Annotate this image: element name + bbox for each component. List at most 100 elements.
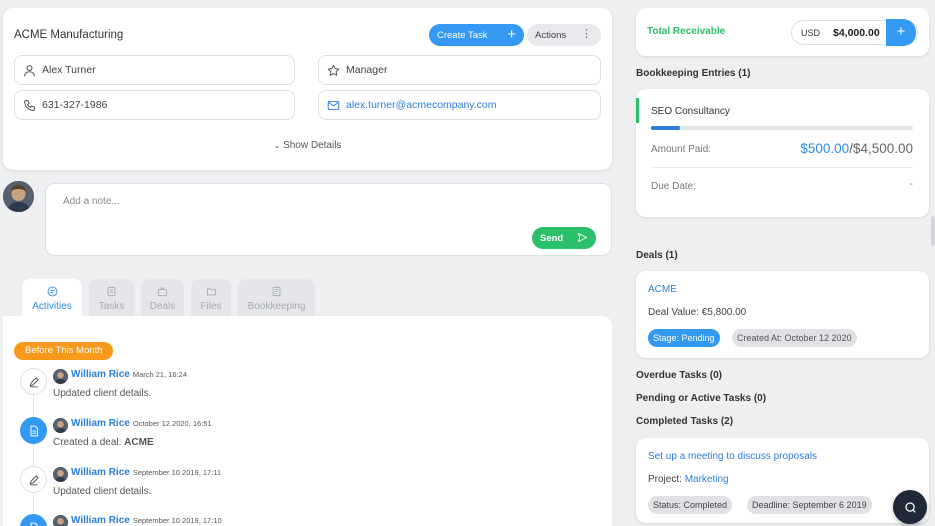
timeline-item-desc: Updated client details. (53, 388, 152, 399)
deal-created-badge: Created At: October 12 2020 (732, 329, 857, 347)
scrollbar[interactable] (931, 216, 935, 246)
task-title-link[interactable]: Set up a meeting to discuss proposals (648, 451, 817, 462)
email-field[interactable]: alex.turner@acmecompany.com (318, 90, 601, 120)
user-icon (24, 64, 35, 76)
deals-section-title: Deals (1) (636, 250, 678, 261)
more-vertical-icon: ⋮ (581, 28, 592, 40)
deal-name-link[interactable]: ACME (648, 284, 677, 295)
bookkeeping-section-title: Bookkeeping Entries (1) (636, 68, 751, 79)
amount-total: /$4,500.00 (849, 141, 913, 156)
timeline-item-time: September 10 2019, 17:11 (132, 468, 222, 477)
timeline-item-user[interactable]: William Rice October 12 2020, 16:51 (71, 418, 212, 429)
task-deadline-badge: Deadline: September 6 2019 (747, 496, 872, 514)
deal-stage-badge: Stage: Pending (648, 329, 720, 347)
send-button[interactable]: Send (532, 227, 596, 249)
phone-icon (24, 99, 35, 111)
tab-deals-label: Deals (149, 301, 176, 312)
star-icon (327, 64, 340, 76)
create-task-label: Create Task (437, 29, 488, 41)
timeline-item-icon (20, 466, 47, 493)
tab-bookkeeping-label: Bookkeeping (247, 301, 306, 312)
tasks-icon (107, 286, 116, 297)
timeline-item-time: October 12 2020, 16:51 (132, 419, 212, 428)
completed-tasks-title: Completed Tasks (2) (636, 416, 734, 427)
deal-link[interactable]: ACME (124, 437, 153, 448)
company-name: ACME Manufacturing (14, 29, 124, 41)
user-name: William Rice (71, 369, 130, 380)
tab-activities[interactable]: Activities (22, 279, 82, 317)
send-icon (577, 232, 588, 243)
user-name: William Rice (71, 467, 130, 478)
files-icon (206, 288, 216, 296)
task-project: Project: Marketing (648, 474, 729, 485)
role-field[interactable]: Manager (318, 55, 601, 85)
amount-paid-value: $500.00/$4,500.00 (800, 141, 913, 156)
due-date-label: Due Date: (651, 181, 697, 192)
contact-name-field[interactable]: Alex Turner (14, 55, 295, 85)
timeline-item-user[interactable]: William Rice September 10 2019, 17:11 (71, 467, 221, 478)
amount-paid: $500.00 (800, 141, 850, 156)
timeline-item-time: September 10 2019, 17:10 (132, 516, 222, 525)
send-label: Send (540, 232, 564, 244)
create-task-button[interactable]: Create Task + (429, 24, 524, 46)
avatar (53, 418, 68, 433)
bookkeeping-entry-card[interactable]: SEO Consultancy Amount Paid: $500.00/$4,… (636, 89, 929, 217)
phone-field[interactable]: 631-327-1986 (14, 90, 295, 120)
deal-card[interactable]: ACME Deal Value: €5,800.00 Stage: Pendin… (636, 271, 929, 358)
timeline-item-desc: Created a deal: ACME (53, 437, 154, 448)
edit-icon (29, 474, 39, 485)
edit-icon (29, 376, 39, 387)
timeline-item-time: March 21, 16:24 (132, 370, 188, 379)
chevron-down-icon: ⌄ (273, 141, 281, 150)
receivable-label: Total Receivable (647, 26, 726, 37)
project-label: Project: (648, 474, 685, 485)
entry-accent-bar (636, 98, 639, 123)
show-details-toggle[interactable]: ⌄ Show Details (3, 140, 612, 151)
user-name: William Rice (71, 418, 130, 429)
show-details-label: Show Details (283, 140, 342, 151)
tab-deals[interactable]: Deals (141, 279, 184, 317)
add-receivable-button[interactable]: + (886, 19, 916, 46)
entry-title: SEO Consultancy (651, 106, 730, 117)
tab-files-label: Files (200, 301, 222, 312)
email-link[interactable]: alex.turner@acmecompany.com (346, 99, 497, 111)
amount-paid-label: Amount Paid: (651, 144, 712, 155)
task-status-badge: Status: Completed (648, 496, 733, 514)
activities-icon (47, 286, 57, 297)
entry-progress-fill (651, 126, 680, 130)
tab-bookkeeping[interactable]: Bookkeeping (238, 279, 315, 317)
document-icon (30, 425, 38, 436)
overdue-tasks-title: Overdue Tasks (0) (636, 370, 722, 381)
tab-activities-label: Activities (32, 301, 72, 312)
task-card[interactable]: Set up a meeting to discuss proposals Pr… (636, 438, 929, 523)
actions-button[interactable]: Actions ⋮ (527, 24, 601, 46)
avatar (53, 369, 68, 384)
chat-icon (904, 501, 916, 513)
avatar (53, 467, 68, 482)
project-link[interactable]: Marketing (685, 474, 729, 485)
divider (651, 167, 913, 168)
note-input[interactable]: Add a note... (63, 196, 120, 207)
currency-label: USD (801, 28, 821, 38)
deal-value: Deal Value: €5,800.00 (648, 307, 747, 318)
desc-text: Created a deal: (53, 437, 125, 448)
timeline-item-icon (20, 368, 47, 395)
timeline-item-icon (20, 417, 47, 444)
user-name: William Rice (71, 515, 130, 526)
timeline-item-user[interactable]: William Rice March 21, 16:24 (71, 369, 187, 380)
receivable-amount: $4,000.00 (833, 27, 880, 39)
user-avatar (3, 181, 34, 212)
timeline-item-desc: Updated client details. (53, 486, 152, 497)
company-card: ACME Manufacturing Create Task + Actions… (3, 8, 612, 170)
document-icon (30, 522, 38, 526)
timeline-line (33, 382, 34, 526)
tab-tasks[interactable]: Tasks (89, 279, 134, 317)
tab-files[interactable]: Files (191, 279, 231, 317)
note-composer: Add a note... Send (45, 183, 612, 256)
timeline-group-badge: Before This Month (14, 342, 114, 360)
tab-tasks-label: Tasks (98, 301, 125, 312)
entry-progress-track (651, 126, 913, 130)
timeline-item-user[interactable]: William Rice September 10 2019, 17:10 (71, 515, 222, 526)
chat-button[interactable] (893, 490, 927, 524)
due-date-value: - (909, 179, 913, 190)
